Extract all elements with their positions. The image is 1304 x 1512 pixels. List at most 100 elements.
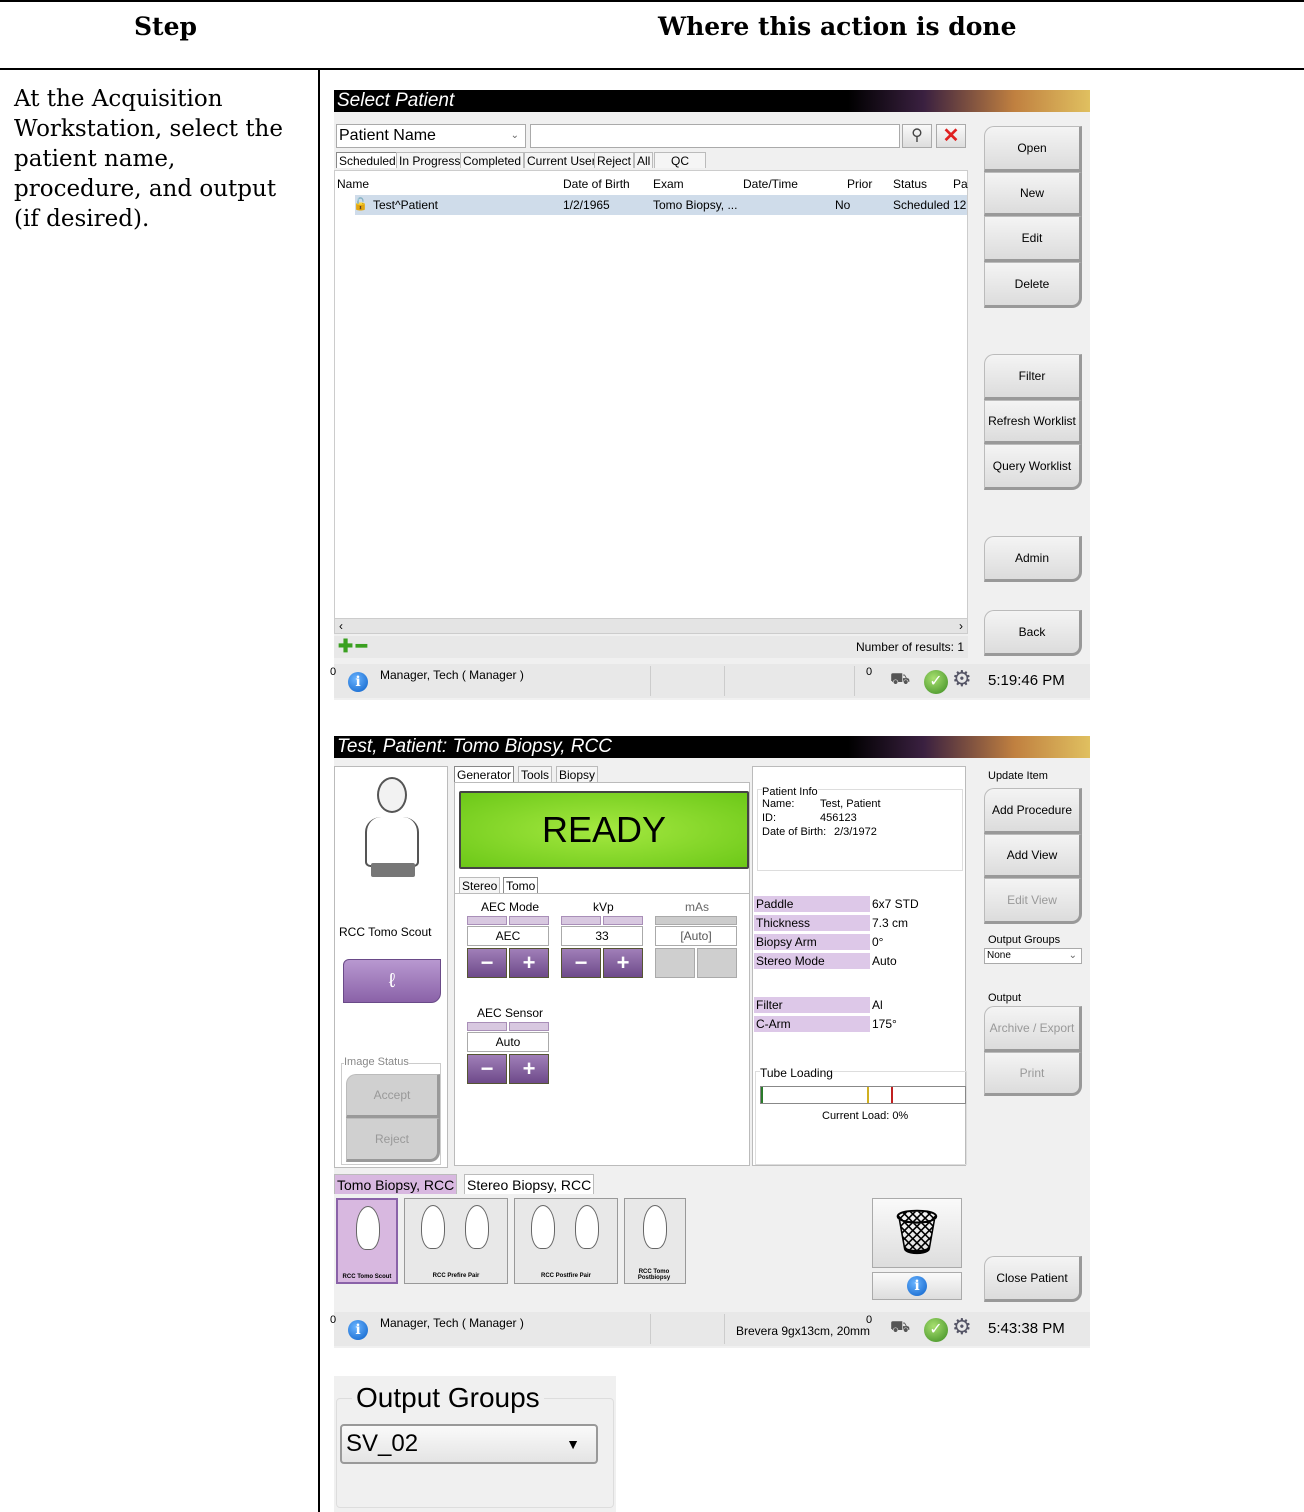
- mas-value: [Auto]: [655, 926, 737, 946]
- info-icon[interactable]: i: [348, 672, 368, 692]
- search-input[interactable]: [530, 124, 900, 148]
- aec-sensor-up[interactable]: [467, 1022, 507, 1031]
- kvp-label: kVp: [593, 900, 614, 914]
- open-button[interactable]: Open: [984, 126, 1082, 172]
- aec-mode-down-top[interactable]: [509, 916, 549, 925]
- view-thumbnail[interactable]: RCC Postfire Pair: [514, 1198, 618, 1284]
- tab-reject[interactable]: Reject: [594, 152, 635, 168]
- expose-button[interactable]: ℓ: [343, 959, 441, 1003]
- aec-sensor-value: Auto: [467, 1032, 549, 1052]
- prop-value: Al: [872, 998, 883, 1012]
- accept-button[interactable]: Accept: [346, 1074, 440, 1118]
- tab-biopsy[interactable]: Biopsy: [556, 766, 599, 782]
- output-groups-dropdown[interactable]: None ⌄: [984, 948, 1082, 964]
- aec-mode-plus-button[interactable]: +: [509, 948, 549, 978]
- archive-export-button[interactable]: Archive / Export: [984, 1006, 1082, 1052]
- scroll-right-icon[interactable]: ›: [959, 619, 963, 633]
- print-button[interactable]: Print: [984, 1052, 1082, 1096]
- column-header-status[interactable]: Status: [893, 177, 927, 191]
- select-patient-window: Select Patient Patient Name ⌄ ⚲ ✕ Schedul…: [330, 90, 1090, 700]
- tab-stereo[interactable]: Stereo: [459, 877, 501, 893]
- mas-minus-button[interactable]: [655, 948, 695, 978]
- thumb-info-button[interactable]: i: [872, 1272, 962, 1300]
- view-thumbnail[interactable]: RCC Tomo Postbiopsy: [624, 1198, 686, 1284]
- tab-stereo-biopsy[interactable]: Stereo Biopsy, RCC: [464, 1174, 595, 1194]
- aec-sensor-plus-button[interactable]: +: [509, 1054, 549, 1084]
- column-header-exam[interactable]: Exam: [653, 177, 684, 191]
- tab-in-progress[interactable]: In Progress: [396, 152, 464, 168]
- add-view-button[interactable]: Add View: [984, 834, 1082, 878]
- tab-tomo[interactable]: Tomo: [503, 877, 539, 893]
- column-header-dob[interactable]: Date of Birth: [563, 177, 630, 191]
- close-patient-button[interactable]: Close Patient: [984, 1256, 1082, 1302]
- view-thumbnail[interactable]: RCC Tomo Scout: [336, 1198, 398, 1284]
- refresh-worklist-button[interactable]: Refresh Worklist: [984, 400, 1082, 444]
- aec-sensor-label: AEC Sensor: [477, 1006, 544, 1020]
- admin-button[interactable]: Admin: [984, 536, 1082, 582]
- tab-completed[interactable]: Completed: [460, 152, 525, 168]
- kvp-minus-button[interactable]: −: [561, 948, 601, 978]
- prop-value: 0°: [872, 935, 884, 949]
- view-thumbnail[interactable]: RCC Prefire Pair: [404, 1198, 508, 1284]
- info-icon[interactable]: i: [348, 1320, 368, 1340]
- column-header-prior[interactable]: Prior: [833, 177, 872, 191]
- search-button[interactable]: ⚲: [902, 124, 932, 148]
- add-procedure-button[interactable]: Add Procedure: [984, 788, 1082, 834]
- kvp-up[interactable]: [561, 916, 601, 925]
- horizontal-scrollbar[interactable]: ‹ ›: [334, 618, 968, 634]
- query-worklist-button[interactable]: Query Worklist: [984, 444, 1082, 490]
- edit-view-button[interactable]: Edit View: [984, 878, 1082, 924]
- output-groups-zoom-dropdown[interactable]: SV_02 ▼: [340, 1424, 598, 1464]
- list-footer: ✚ ━ Number of results: 1: [334, 636, 968, 658]
- trash-button[interactable]: 🗑: [872, 1198, 962, 1268]
- delete-button[interactable]: Delete: [984, 262, 1082, 308]
- gantry-icon[interactable]: ⚙: [952, 666, 972, 692]
- remove-icon[interactable]: ━: [356, 636, 367, 657]
- filter-button[interactable]: Filter: [984, 354, 1082, 400]
- system-ready-icon[interactable]: ✓: [924, 1318, 948, 1342]
- kvp-plus-button[interactable]: +: [603, 948, 643, 978]
- gantry-icon[interactable]: ⚙: [952, 1314, 972, 1340]
- breast-icon: [575, 1205, 599, 1249]
- status-divider: [650, 666, 651, 696]
- tab-qc[interactable]: QC: [654, 152, 706, 168]
- column-header-pa[interactable]: Pa: [953, 177, 968, 191]
- tab-generator[interactable]: Generator: [454, 766, 515, 782]
- kvp-down-top[interactable]: [603, 916, 643, 925]
- add-icon[interactable]: ✚: [338, 636, 353, 657]
- patient-name-dropdown[interactable]: Patient Name ⌄: [336, 124, 526, 148]
- system-ready-icon[interactable]: ✓: [924, 670, 948, 694]
- paddle-icon[interactable]: ⛟: [890, 670, 910, 690]
- image-status-label: Image Status: [344, 1056, 409, 1068]
- tab-tools[interactable]: Tools: [518, 766, 553, 782]
- column-header-name[interactable]: Name: [337, 177, 369, 191]
- edit-button[interactable]: Edit: [984, 216, 1082, 262]
- trash-icon: 🗑: [889, 1208, 945, 1257]
- mas-plus-button[interactable]: [697, 948, 737, 978]
- row-exam: Tomo Biopsy, ...: [653, 198, 738, 212]
- breast-icon: [465, 1205, 489, 1249]
- reject-button[interactable]: Reject: [346, 1118, 440, 1162]
- scroll-left-icon[interactable]: ‹: [339, 619, 343, 633]
- clear-button[interactable]: ✕: [936, 124, 966, 148]
- new-button[interactable]: New: [984, 172, 1082, 216]
- column-header-datetime[interactable]: Date/Time: [743, 177, 798, 191]
- prop-label: Biopsy Arm: [754, 934, 870, 950]
- tab-current-user[interactable]: Current User: [524, 152, 599, 168]
- aec-mode-up[interactable]: [467, 916, 507, 925]
- patient-id-value: 456123: [820, 812, 857, 824]
- table-row[interactable]: 🔓 Test^Patient 1/2/1965 Tomo Biopsy, ...…: [353, 195, 967, 215]
- tomo-settings: AEC Mode AEC − + kVp 33 − + mAs [Auto] A…: [455, 893, 749, 1163]
- paddle-icon[interactable]: ⛟: [890, 1318, 910, 1338]
- aec-mode-minus-button[interactable]: −: [467, 948, 507, 978]
- row-name: Test^Patient: [373, 198, 438, 212]
- tab-tomo-biopsy[interactable]: Tomo Biopsy, RCC: [334, 1174, 458, 1194]
- thumb-label: RCC Tomo Scout: [342, 1274, 392, 1280]
- back-button[interactable]: Back: [984, 610, 1082, 656]
- aec-sensor-minus-button[interactable]: −: [467, 1054, 507, 1084]
- view-panel: RCC Tomo Scout ℓ Image Status Accept Rej…: [334, 766, 448, 1168]
- tab-all[interactable]: All: [634, 152, 654, 168]
- breast-icon: [531, 1205, 555, 1249]
- tab-scheduled[interactable]: Scheduled: [336, 152, 399, 168]
- aec-sensor-down-top[interactable]: [509, 1022, 549, 1031]
